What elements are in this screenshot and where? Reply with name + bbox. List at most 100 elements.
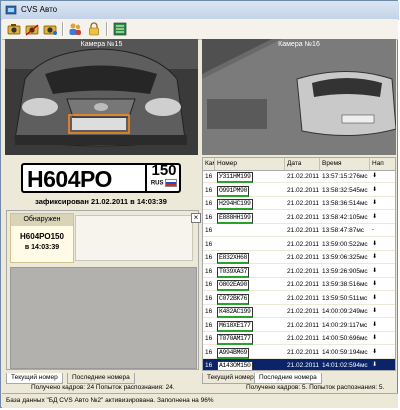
cam-cell: 16 bbox=[205, 308, 213, 315]
date-cell: 21.02.2011 bbox=[287, 200, 320, 207]
lock-icon[interactable] bbox=[86, 21, 102, 37]
table-row[interactable]: 16 Е888НН199 21.02.2011 13:58:42:105мс ⬇ bbox=[203, 211, 395, 224]
date-cell: 21.02.2011 bbox=[287, 321, 320, 329]
col-time[interactable]: Время bbox=[320, 158, 370, 170]
camera-stop-icon[interactable] bbox=[24, 21, 40, 37]
plate-cell: В639КА15 bbox=[215, 224, 285, 237]
cam-cell: 16 bbox=[205, 335, 213, 342]
time-cell: 13:57:15:276мс bbox=[322, 173, 368, 180]
cam-cell: 16 bbox=[205, 200, 213, 207]
time-cell: 14:00:29:117мс bbox=[322, 321, 368, 329]
date-cell: 21.02.2011 bbox=[287, 348, 320, 356]
date-cell: 21.02.2011 bbox=[287, 267, 320, 275]
direction-icon: ⬇ bbox=[372, 240, 378, 247]
detection-area bbox=[10, 267, 197, 369]
plate-badge: К482АС199 bbox=[217, 307, 253, 318]
detection-card[interactable]: Обнаружен Н604РО150 в 14:03:39 bbox=[10, 213, 74, 263]
table-row[interactable]: 16 У311НМ199 21.02.2011 13:57:15:276мс ⬇ bbox=[203, 170, 395, 183]
table-row[interactable]: 16 А994ВМ69 21.02.2011 14:00:59:194мс ⬇ bbox=[203, 346, 395, 359]
plate-region-box: 150 RUS bbox=[145, 163, 181, 193]
camera-icon[interactable] bbox=[6, 21, 22, 37]
direction-icon: ⬇ bbox=[372, 254, 378, 260]
plate-badge: У311НМ199 bbox=[217, 172, 253, 183]
flag-icon bbox=[165, 179, 178, 187]
plate-badge: А994ВМ69 bbox=[217, 347, 250, 359]
table-row[interactable]: 16 К482АС199 21.02.2011 14:00:09:249мс ⬇ bbox=[203, 305, 395, 318]
table-row[interactable]: 16 Е832ХН68 21.02.2011 13:59:06:325мс ⬇ bbox=[203, 251, 395, 264]
plate-cell: А994ВМ69 bbox=[215, 346, 285, 359]
direction-icon: ⬇ bbox=[372, 335, 378, 341]
table-row[interactable]: 16 М618ХЕ177 21.02.2011 14:00:29:117мс ⬇ bbox=[203, 319, 395, 332]
plate-country: RUS bbox=[150, 180, 164, 187]
main-window: CVS Авто Камера №15 Камера №16 Н604РО 15… bbox=[0, 0, 399, 408]
direction-icon: - bbox=[372, 227, 374, 233]
time-cell: 14:00:59:194мс bbox=[322, 348, 368, 356]
col-date[interactable]: Дата bbox=[285, 158, 320, 170]
date-cell: 21.02.2011 bbox=[287, 294, 320, 302]
direction-icon: ⬇ bbox=[372, 213, 378, 220]
direction-icon: ⬇ bbox=[372, 173, 378, 179]
table-row[interactable]: 16 Т070АМ177 21.02.2011 14:00:50:696мс ⬇ bbox=[203, 332, 395, 345]
date-cell: 21.02.2011 bbox=[287, 173, 320, 180]
plate-cell: К482АС199 bbox=[215, 305, 285, 318]
date-cell: 21.02.2011 bbox=[287, 227, 320, 234]
time-cell: 14:00:50:696мс bbox=[322, 335, 368, 342]
plate-cell: Н294НС199 bbox=[215, 197, 285, 210]
plate-cell: Е888НН199 bbox=[215, 211, 285, 224]
cam-cell: 16 bbox=[205, 362, 213, 369]
direction-icon: ⬇ bbox=[372, 294, 378, 301]
col-cam[interactable]: Кам bbox=[203, 158, 215, 170]
plate-cell: О802ЕА90 bbox=[215, 278, 285, 291]
time-cell: 13:59:00:522мс bbox=[322, 240, 368, 248]
cam-cell: 16 bbox=[205, 321, 213, 329]
time-cell: 13:59:38:516мс bbox=[322, 281, 368, 288]
time-cell: 13:59:26:905мс bbox=[322, 267, 368, 275]
table-row[interactable]: 16 О802ЕА90 21.02.2011 13:59:38:516мс ⬇ bbox=[203, 278, 395, 291]
left-status: Получено кадров: 24 Попыток распознания:… bbox=[31, 384, 175, 391]
users-icon[interactable] bbox=[67, 21, 83, 37]
plate-badge: С072ВК76 bbox=[217, 293, 250, 305]
date-cell: 21.02.2011 bbox=[287, 335, 320, 342]
camera-settings-icon[interactable] bbox=[42, 21, 58, 37]
cam-cell: 16 bbox=[205, 254, 213, 261]
camera-15-image bbox=[5, 39, 198, 155]
camera-16-image bbox=[202, 39, 396, 155]
table-row[interactable]: 16В639КА1521.02.201113:58:47:87мс - bbox=[203, 224, 395, 237]
detection-slot-empty bbox=[75, 215, 193, 261]
table-row[interactable]: 16 Н294НС199 21.02.2011 13:58:36:514мс ⬇ bbox=[203, 197, 395, 210]
date-cell: 21.02.2011 bbox=[287, 362, 320, 369]
time-cell: 13:59:06:325мс bbox=[322, 254, 368, 261]
table-row[interactable]: 16 А143ОМ150 21.02.2011 14:01:02:594мс ⬇ bbox=[203, 359, 395, 370]
col-direction[interactable]: Нап bbox=[370, 158, 395, 170]
cam-cell: 16 bbox=[205, 348, 213, 356]
col-number[interactable]: Номер bbox=[215, 158, 285, 170]
plate-cell: Е837АН68 bbox=[215, 238, 285, 251]
window-title: CVS Авто bbox=[21, 5, 58, 14]
table-row[interactable]: 16 С072ВК76 21.02.2011 13:59:50:511мс ⬇ bbox=[203, 292, 395, 305]
plate-badge: О802ЕА90 bbox=[217, 280, 250, 291]
plate-cell: Т070АМ177 bbox=[215, 332, 285, 345]
plate-badge: М618ХЕ177 bbox=[217, 320, 253, 332]
table-row[interactable]: 16 Т039ХА37 21.02.2011 13:59:26:905мс ⬇ bbox=[203, 265, 395, 278]
toolbar bbox=[2, 19, 398, 40]
camera-view-15[interactable]: Камера №15 bbox=[5, 39, 198, 155]
time-cell: 13:59:50:511мс bbox=[322, 294, 368, 302]
list-icon[interactable] bbox=[112, 21, 128, 37]
cam-cell: 16 bbox=[205, 281, 213, 288]
time-cell: 13:58:47:87мс bbox=[322, 227, 365, 234]
table-row[interactable]: 16Е837АН6821.02.201113:59:00:522мс ⬇ bbox=[203, 238, 395, 251]
recent-plates-table: Кам Номер Дата Время Нап 16 У311НМ199 21.0… bbox=[202, 157, 396, 371]
table-row[interactable]: 16 О991РМ90 21.02.2011 13:58:32:545мс ⬇ bbox=[203, 184, 395, 197]
date-cell: 21.02.2011 bbox=[287, 254, 320, 261]
status-bar: База данных "БД CVS Авто №2" активизиров… bbox=[2, 393, 398, 408]
cam-cell: 16 bbox=[205, 294, 213, 302]
camera-view-16[interactable]: Камера №16 bbox=[202, 39, 396, 155]
plate-number: Н604РО bbox=[27, 166, 112, 192]
time-cell: 13:58:32:545мс bbox=[322, 186, 368, 194]
camera-label: Камера №15 bbox=[80, 41, 123, 48]
detection-time: в 14:03:39 bbox=[24, 244, 60, 251]
plate-cell: О991РМ90 bbox=[215, 184, 285, 197]
close-icon[interactable]: × bbox=[191, 213, 201, 223]
direction-icon: ⬇ bbox=[372, 308, 378, 314]
cam-cell: 16 bbox=[205, 186, 213, 194]
